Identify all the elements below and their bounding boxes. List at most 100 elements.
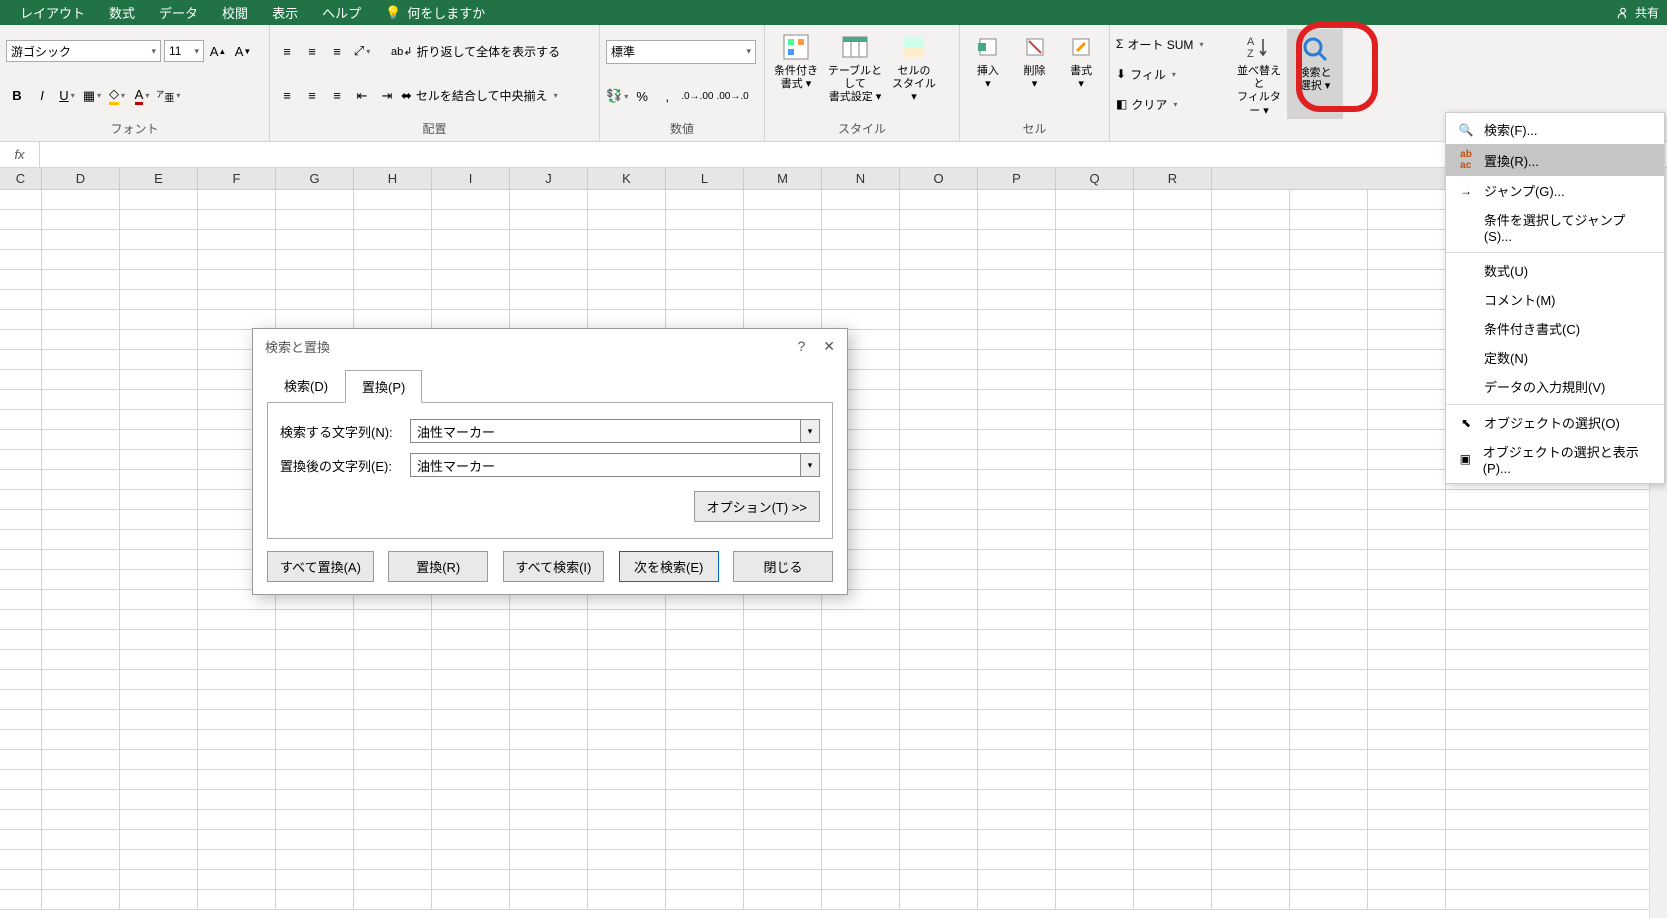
grid-cell[interactable]	[0, 510, 42, 529]
grid-cell[interactable]	[198, 290, 276, 309]
grid-cell[interactable]	[744, 210, 822, 229]
grid-cell[interactable]	[588, 650, 666, 669]
grid-cell[interactable]	[978, 490, 1056, 509]
grid-cell[interactable]	[1056, 810, 1134, 829]
grid-row[interactable]	[0, 630, 1667, 650]
share-button[interactable]: 共有	[1616, 4, 1659, 21]
grid-cell[interactable]	[822, 610, 900, 629]
grid-cell[interactable]	[120, 790, 198, 809]
grid-cell[interactable]	[588, 310, 666, 329]
grid-cell[interactable]	[1134, 830, 1212, 849]
grid-cell[interactable]	[588, 670, 666, 689]
grid-cell[interactable]	[1290, 230, 1368, 249]
grid-cell[interactable]	[1368, 430, 1446, 449]
grid-cell[interactable]	[276, 310, 354, 329]
grid-cell[interactable]	[120, 330, 198, 349]
grid-cell[interactable]	[588, 190, 666, 209]
grid-cell[interactable]	[42, 370, 120, 389]
grid-cell[interactable]	[432, 750, 510, 769]
grid-row[interactable]	[0, 610, 1667, 630]
grid-cell[interactable]	[744, 770, 822, 789]
grid-cell[interactable]	[978, 230, 1056, 249]
grid-cell[interactable]	[900, 730, 978, 749]
increase-decimal-button[interactable]: .0→.00	[681, 85, 713, 107]
grid-cell[interactable]	[120, 890, 198, 909]
grid-row[interactable]	[0, 690, 1667, 710]
grid-cell[interactable]	[276, 790, 354, 809]
grid-cell[interactable]	[354, 610, 432, 629]
grid-cell[interactable]	[1134, 570, 1212, 589]
grid-cell[interactable]	[1056, 510, 1134, 529]
align-top-button[interactable]: ≡	[276, 40, 298, 62]
grid-cell[interactable]	[432, 870, 510, 889]
grid-cell[interactable]	[978, 890, 1056, 909]
grid-cell[interactable]	[1368, 610, 1446, 629]
grid-cell[interactable]	[432, 830, 510, 849]
grid-cell[interactable]	[1134, 230, 1212, 249]
grid-cell[interactable]	[900, 690, 978, 709]
grid-cell[interactable]	[42, 250, 120, 269]
grid-cell[interactable]	[588, 750, 666, 769]
grid-cell[interactable]	[822, 850, 900, 869]
grid-cell[interactable]	[744, 810, 822, 829]
grid-cell[interactable]	[42, 810, 120, 829]
grid-cell[interactable]	[0, 570, 42, 589]
grid-cell[interactable]	[42, 570, 120, 589]
grid-cell[interactable]	[0, 330, 42, 349]
grid-cell[interactable]	[588, 790, 666, 809]
grid-cell[interactable]	[588, 770, 666, 789]
grid-cell[interactable]	[198, 310, 276, 329]
grid-cell[interactable]	[120, 370, 198, 389]
grid-cell[interactable]	[1212, 830, 1290, 849]
col-header-L[interactable]: L	[666, 168, 744, 189]
grid-cell[interactable]	[42, 310, 120, 329]
grid-cell[interactable]	[432, 210, 510, 229]
grid-cell[interactable]	[354, 790, 432, 809]
grid-cell[interactable]	[354, 750, 432, 769]
grid-cell[interactable]	[1212, 490, 1290, 509]
grid-cell[interactable]	[1368, 390, 1446, 409]
grid-cell[interactable]	[198, 850, 276, 869]
grid-cell[interactable]	[0, 290, 42, 309]
grid-cell[interactable]	[666, 670, 744, 689]
col-header-H[interactable]: H	[354, 168, 432, 189]
number-format-combo[interactable]: 標準	[606, 40, 756, 64]
grid-cell[interactable]	[1290, 710, 1368, 729]
grid-cell[interactable]	[588, 850, 666, 869]
grid-cell[interactable]	[822, 250, 900, 269]
grid-cell[interactable]	[354, 870, 432, 889]
grid-cell[interactable]	[1290, 830, 1368, 849]
grid-cell[interactable]	[900, 330, 978, 349]
grid-cell[interactable]	[666, 850, 744, 869]
col-header-N[interactable]: N	[822, 168, 900, 189]
grid-cell[interactable]	[1212, 790, 1290, 809]
grid-cell[interactable]	[1368, 670, 1446, 689]
close-button[interactable]: 閉じる	[733, 551, 833, 582]
grid-cell[interactable]	[744, 890, 822, 909]
grid-cell[interactable]	[666, 810, 744, 829]
grid-cell[interactable]	[1056, 590, 1134, 609]
grid-cell[interactable]	[42, 230, 120, 249]
dd-formulas[interactable]: 数式(U)	[1446, 256, 1664, 285]
grid-cell[interactable]	[1290, 610, 1368, 629]
grid-cell[interactable]	[978, 550, 1056, 569]
grid-cell[interactable]	[510, 890, 588, 909]
grid-cell[interactable]	[1134, 330, 1212, 349]
grid-cell[interactable]	[42, 290, 120, 309]
grid-cell[interactable]	[120, 810, 198, 829]
grid-cell[interactable]	[1056, 230, 1134, 249]
grid-cell[interactable]	[510, 310, 588, 329]
grid-cell[interactable]	[1368, 230, 1446, 249]
grid-cell[interactable]	[1290, 490, 1368, 509]
grid-cell[interactable]	[1290, 370, 1368, 389]
grid-cell[interactable]	[510, 690, 588, 709]
grid-cell[interactable]	[42, 890, 120, 909]
grid-cell[interactable]	[1056, 410, 1134, 429]
grid-cell[interactable]	[510, 210, 588, 229]
grid-cell[interactable]	[1212, 890, 1290, 909]
align-center-button[interactable]: ≡	[301, 85, 323, 107]
grid-cell[interactable]	[1368, 830, 1446, 849]
grid-cell[interactable]	[900, 510, 978, 529]
grid-cell[interactable]	[666, 190, 744, 209]
grid-cell[interactable]	[1056, 830, 1134, 849]
